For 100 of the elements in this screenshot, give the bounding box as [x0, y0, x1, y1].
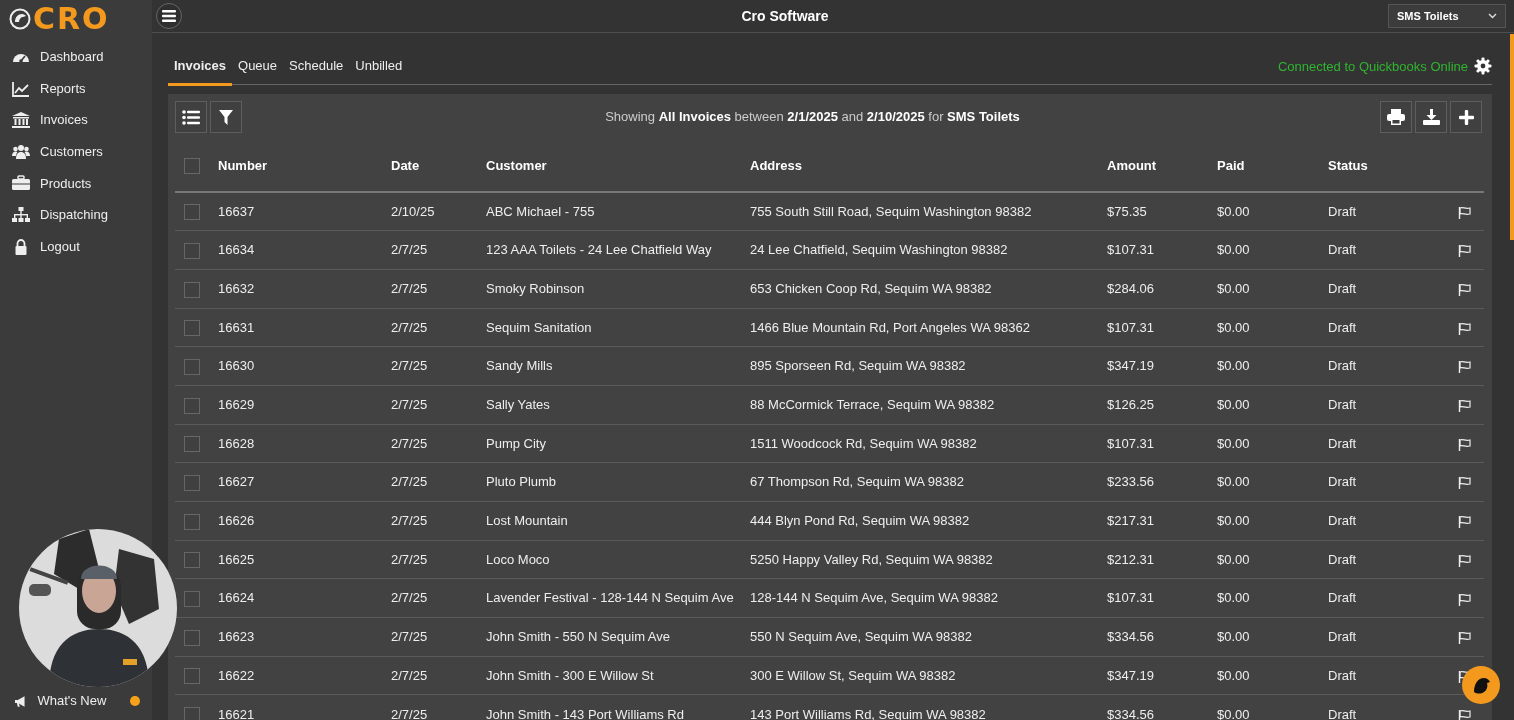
- table-cell: 653 Chicken Coop Rd, Sequim WA 98382: [750, 280, 992, 296]
- sidebar-item[interactable]: Dispatching: [0, 199, 152, 231]
- select-all-checkbox[interactable]: [184, 158, 200, 175]
- column-header[interactable]: Status: [1328, 157, 1368, 173]
- table-cell: 550 N Sequim Ave, Sequim WA 98382: [750, 629, 972, 645]
- tab[interactable]: Invoices: [168, 55, 233, 86]
- settings-icon[interactable]: [1474, 57, 1492, 76]
- bank-icon: [12, 112, 30, 129]
- table-cell: 67 Thompson Rd, Sequim WA 98382: [750, 474, 964, 490]
- table-cell: 2/10/25: [391, 203, 435, 219]
- table-cell: 128-144 N Sequim Ave, Sequim WA 98382: [750, 590, 998, 606]
- column-header[interactable]: Customer: [486, 157, 547, 173]
- download-button[interactable]: [1415, 101, 1447, 133]
- flag-icon[interactable]: [1458, 244, 1471, 258]
- table-cell: 2/7/25: [391, 551, 428, 567]
- table-cell: 2/7/25: [391, 590, 428, 606]
- add-button[interactable]: [1450, 101, 1482, 133]
- sidebar-item[interactable]: Dashboard: [0, 41, 152, 73]
- filter-icon: [219, 109, 233, 125]
- table-cell: John Smith - 143 Port Williams Rd: [486, 706, 684, 720]
- flag-icon[interactable]: [1458, 708, 1471, 720]
- whats-new-link[interactable]: What's New: [37, 691, 107, 711]
- table-cell: 2/7/25: [391, 435, 428, 451]
- sidebar-item[interactable]: Customers: [0, 136, 152, 168]
- row-checkbox[interactable]: [184, 397, 200, 414]
- sidebar-item[interactable]: Products: [0, 167, 152, 200]
- table-cell: $347.19: [1107, 667, 1154, 683]
- flag-icon[interactable]: [1458, 205, 1471, 219]
- table-cell: $107.31: [1107, 242, 1154, 258]
- row-checkbox[interactable]: [184, 629, 200, 646]
- table-cell: Draft: [1328, 397, 1357, 413]
- table-cell: Sally Yates: [486, 397, 550, 413]
- table-cell: $0.00: [1217, 358, 1250, 374]
- row-checkbox[interactable]: [184, 436, 200, 453]
- table-cell: Pump City: [486, 435, 546, 451]
- table-cell: John Smith - 550 N Sequim Ave: [486, 629, 671, 645]
- column-header[interactable]: Address: [750, 157, 803, 173]
- tab[interactable]: Queue: [232, 55, 284, 86]
- sidebar-item[interactable]: Invoices: [0, 104, 152, 137]
- sidebar-item[interactable]: Reports: [0, 72, 152, 105]
- table-cell: $0.00: [1217, 513, 1250, 529]
- table-cell: $0.00: [1217, 280, 1250, 296]
- row-checkbox[interactable]: [184, 552, 200, 569]
- table-cell: 2/7/25: [391, 358, 428, 374]
- flag-icon[interactable]: [1458, 399, 1471, 413]
- row-checkbox[interactable]: [184, 281, 200, 298]
- table-cell: 2/7/25: [391, 397, 428, 413]
- flag-icon[interactable]: [1458, 592, 1471, 606]
- row-checkbox[interactable]: [184, 358, 200, 375]
- table-cell: $0.00: [1217, 474, 1250, 490]
- row-checkbox[interactable]: [184, 707, 200, 720]
- table-cell: $233.56: [1107, 474, 1154, 490]
- column-header[interactable]: Date: [391, 157, 420, 173]
- table-cell: 5250 Happy Valley Rd, Sequim WA 98382: [750, 551, 993, 567]
- logo-text: CRO: [33, 4, 110, 34]
- row-checkbox[interactable]: [184, 668, 200, 685]
- chart-line-icon: [12, 80, 30, 97]
- table-cell: 2/7/25: [391, 513, 428, 529]
- flag-icon[interactable]: [1458, 283, 1471, 297]
- filter-button[interactable]: [210, 101, 242, 133]
- flag-icon[interactable]: [1458, 437, 1471, 451]
- scrollbar-thumb[interactable]: [1510, 34, 1514, 240]
- menu-button[interactable]: [156, 3, 182, 29]
- table-cell: 16621: [218, 706, 255, 720]
- table-cell: 1466 Blue Mountain Rd, Port Angeles WA 98362: [750, 319, 1030, 335]
- megaphone-icon: [14, 694, 28, 708]
- row-checkbox[interactable]: [184, 591, 200, 608]
- company-select[interactable]: SMS Toilets: [1388, 4, 1506, 28]
- flag-icon[interactable]: [1458, 360, 1471, 374]
- flag-icon[interactable]: [1458, 631, 1471, 645]
- table-cell: 2/7/25: [391, 706, 428, 720]
- flag-icon[interactable]: [1458, 553, 1471, 567]
- table-cell: Draft: [1328, 706, 1357, 720]
- row-checkbox[interactable]: [184, 242, 200, 259]
- tab[interactable]: Schedule: [283, 55, 350, 86]
- flag-icon[interactable]: [1458, 476, 1471, 490]
- table-cell: 16622: [218, 667, 255, 683]
- row-checkbox[interactable]: [184, 474, 200, 491]
- row-checkbox[interactable]: [184, 320, 200, 337]
- list-view-button[interactable]: [175, 101, 207, 133]
- column-header[interactable]: Amount: [1107, 157, 1157, 173]
- flag-icon[interactable]: [1458, 515, 1471, 529]
- caret-icon: [1488, 13, 1497, 19]
- tab[interactable]: Unbilled: [349, 55, 409, 86]
- row-checkbox[interactable]: [184, 204, 200, 221]
- table-cell: ABC Michael - 755: [486, 203, 595, 219]
- print-button[interactable]: [1380, 101, 1412, 133]
- table-cell: Draft: [1328, 474, 1357, 490]
- column-header[interactable]: Number: [218, 157, 268, 173]
- table-cell: $347.19: [1107, 358, 1154, 374]
- table-cell: 1511 Woodcock Rd, Sequim WA 98382: [750, 435, 977, 451]
- table-cell: $0.00: [1217, 435, 1250, 451]
- row-checkbox[interactable]: [184, 513, 200, 530]
- table-cell: 895 Sporseen Rd, Sequim WA 98382: [750, 358, 966, 374]
- table-cell: 16631: [218, 319, 255, 335]
- table-cell: $126.25: [1107, 397, 1154, 413]
- table-cell: 16634: [218, 242, 255, 258]
- flag-icon[interactable]: [1458, 321, 1471, 335]
- sidebar-item[interactable]: Logout: [0, 230, 152, 263]
- column-header[interactable]: Paid: [1217, 157, 1245, 173]
